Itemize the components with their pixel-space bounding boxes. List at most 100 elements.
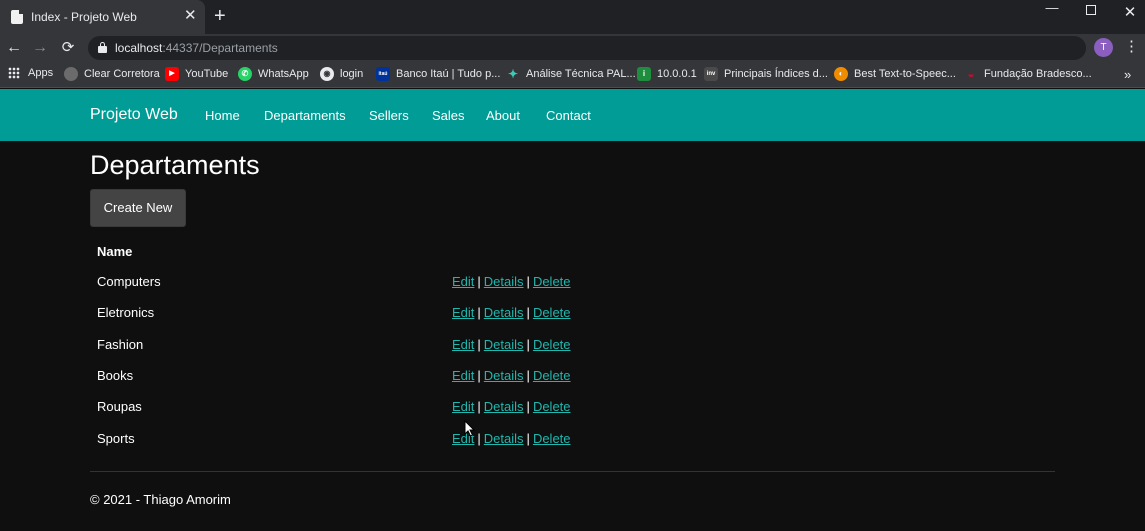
profile-avatar[interactable]: T [1094,38,1113,57]
row-actions: Edit | Details | Delete [452,274,571,289]
details-link[interactable]: Details [484,305,524,320]
bookmark-fundacao-bradesco[interactable]: ◒ Fundação Bradesco... [964,67,1092,81]
details-link[interactable]: Details [484,399,524,414]
bradesco-icon: ◒ [967,67,975,81]
close-window-button[interactable]: ✕ [1118,3,1142,21]
bookmark-analise-tecnica[interactable]: ✦ Análise Técnica PAL... [506,67,636,81]
nav-departaments[interactable]: Departaments [264,108,346,123]
table-row: Books Edit | Details | Delete [90,360,1060,391]
bookmark-label: Fundação Bradesco... [984,68,1092,80]
bookmark-principais-indices[interactable]: inv Principais Índices d... [704,67,828,81]
clear-icon [64,67,78,81]
browser-tab[interactable]: Index - Projeto Web ✕ [0,0,205,34]
maximize-icon [1086,5,1096,15]
tab-title: Index - Projeto Web [31,10,137,24]
bookmark-label: Clear Corretora [84,68,160,80]
address-bar[interactable]: localhost:44337/Departaments ☆ [88,36,1086,60]
bookmark-itau[interactable]: itaú Banco Itaú | Tudo p... [376,67,500,81]
bookmark-clear-corretora[interactable]: Clear Corretora [64,67,160,81]
nav-sales[interactable]: Sales [432,108,465,123]
delete-link[interactable]: Delete [533,305,571,320]
details-link[interactable]: Details [484,368,524,383]
bookmark-whatsapp[interactable]: ✆ WhatsApp [238,67,309,81]
action-separator: | [526,274,530,289]
nav-sellers[interactable]: Sellers [369,108,409,123]
details-link[interactable]: Details [484,337,524,352]
department-name: Sports [97,430,135,446]
new-tab-button[interactable]: + [214,6,226,26]
edit-link[interactable]: Edit [452,305,474,320]
speech-icon: ◐ [834,67,848,81]
reload-button[interactable]: ⟳ [58,38,78,58]
url-host: localhost [115,41,163,55]
edit-link[interactable]: Edit [452,274,474,289]
apps-grid-icon [8,67,20,79]
bookmark-text-to-speech[interactable]: ◐ Best Text-to-Speec... [834,67,956,81]
action-separator: | [477,305,481,321]
department-name: Eletronics [97,305,155,321]
whatsapp-icon: ✆ [238,67,252,81]
minimize-button[interactable]: — [1040,0,1064,15]
bookmark-apps[interactable]: Apps [8,67,53,79]
site-navbar: Projeto Web Home Departaments Sellers Sa… [0,89,1145,141]
edit-link[interactable]: Edit [452,368,474,383]
create-new-button[interactable]: Create New [90,189,186,227]
nav-about[interactable]: About [486,108,520,123]
lock-icon[interactable] [98,42,107,53]
delete-link[interactable]: Delete [533,399,571,414]
youtube-icon: ▶ [165,67,179,81]
bookmark-label: YouTube [185,68,229,80]
brand-link[interactable]: Projeto Web [90,106,178,124]
action-separator: | [477,336,481,352]
tab-close-icon[interactable]: ✕ [184,8,197,24]
edit-link[interactable]: Edit [452,399,474,414]
action-separator: | [526,305,530,321]
delete-link[interactable]: Delete [533,274,571,289]
action-separator: | [526,399,530,415]
analysis-icon: ✦ [507,67,519,81]
maximize-button[interactable] [1079,3,1103,18]
bookmarks-overflow-icon[interactable]: » [1124,67,1131,82]
nav-contact[interactable]: Contact [546,108,591,123]
bookmark-label: login [340,68,364,80]
bookmark-label: WhatsApp [258,68,309,80]
page-title: Departaments [90,150,260,180]
row-actions: Edit | Details | Delete [452,305,571,320]
bookmark-login[interactable]: ◉ login [320,67,363,81]
delete-link[interactable]: Delete [533,337,571,352]
row-actions: Edit | Details | Delete [452,399,571,414]
browser-menu-icon[interactable]: ⋮ [1124,39,1139,55]
table-row: Eletronics Edit | Details | Delete [90,297,1060,328]
back-button[interactable]: ← [4,38,24,58]
table-row: Computers Edit | Details | Delete [90,266,1060,297]
bookmark-10-0-0-1[interactable]: i 10.0.0.1 [637,67,697,81]
action-separator: | [526,336,530,352]
url-text: localhost:44337/Departaments [115,41,278,55]
bookmark-youtube[interactable]: ▶ YouTube [165,67,228,81]
column-header-name: Name [97,244,133,259]
main-content: Departaments Create New Name Computers Ed… [0,141,1145,531]
bookmark-label: Banco Itaú | Tudo p... [396,68,501,80]
footer-copyright: © 2021 - Thiago Amorim [90,492,231,507]
action-separator: | [526,430,530,446]
bookmark-label: Apps [28,67,54,79]
action-separator: | [477,430,481,446]
details-link[interactable]: Details [484,274,524,289]
delete-link[interactable]: Delete [533,368,571,383]
action-separator: | [477,399,481,415]
edit-link[interactable]: Edit [452,337,474,352]
delete-link[interactable]: Delete [533,431,571,446]
department-name: Fashion [97,336,144,352]
bookmark-label: Best Text-to-Speec... [854,68,956,80]
bookmark-label: Análise Técnica PAL... [526,68,636,80]
forward-button[interactable]: → [30,38,50,58]
nav-home[interactable]: Home [205,108,240,123]
row-actions: Edit | Details | Delete [452,368,571,383]
document-icon [11,10,23,24]
department-name: Roupas [97,399,142,415]
table-row: Sports Edit | Details | Delete [90,423,1060,454]
inv-icon: inv [704,67,718,81]
row-actions: Edit | Details | Delete [452,337,571,352]
details-link[interactable]: Details [484,431,524,446]
bookmarks-bar: Apps Clear Corretora ▶ YouTube ✆ WhatsAp… [0,62,1145,88]
